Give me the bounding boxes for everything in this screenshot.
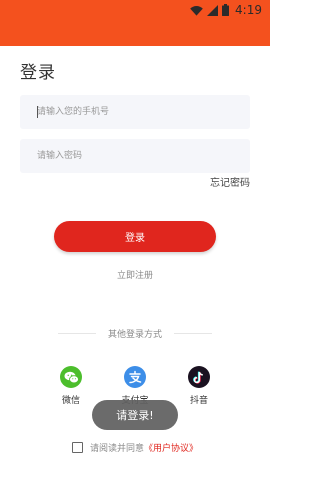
toast-message: 请登录! (92, 400, 178, 430)
text-cursor (37, 106, 38, 118)
wifi-icon (190, 5, 203, 16)
password-field-container (20, 139, 250, 173)
divider-right (174, 333, 212, 334)
register-link: 立即注册 (0, 268, 270, 281)
other-login-title: 其他登录方式 (107, 330, 162, 340)
alipay-icon (124, 366, 146, 388)
forgot-password-link[interactable]: 忘记密码 (210, 174, 250, 189)
agreement-row: 请阅读并同意 《用户协议》 (72, 440, 198, 454)
user-agreement-link[interactable]: 《用户协议》 (144, 441, 198, 454)
douyin-icon (188, 366, 210, 388)
phone-field-container (20, 95, 250, 129)
register-link-label[interactable]: 立即注册 (117, 271, 153, 281)
page-title: 登录 (20, 63, 56, 83)
wechat-icon (60, 366, 82, 388)
agreement-text: 请阅读并同意 (90, 443, 145, 454)
status-time: 4:19 (235, 3, 262, 17)
signal-icon (207, 4, 219, 16)
wechat-label: 微信 (61, 396, 80, 406)
agreement-checkbox[interactable] (72, 441, 83, 453)
douyin-login-button[interactable]: 抖音 (179, 366, 219, 406)
status-bar: 4:19 (0, 0, 270, 46)
login-button[interactable]: 登录 (54, 221, 216, 252)
douyin-label: 抖音 (189, 396, 208, 406)
password-input[interactable] (20, 139, 250, 173)
wechat-login-button[interactable]: 微信 (51, 366, 91, 406)
battery-icon (222, 4, 230, 16)
status-icons: 4:19 (190, 3, 262, 17)
phone-input[interactable] (20, 95, 250, 129)
